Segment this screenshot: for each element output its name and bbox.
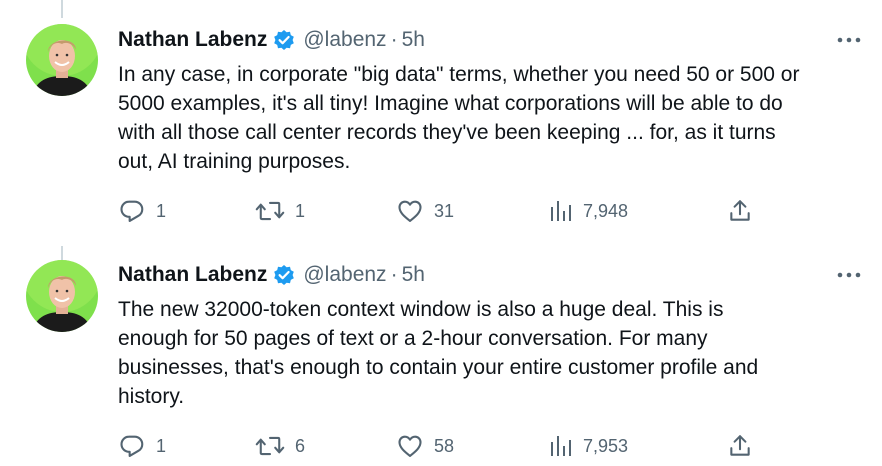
views-button[interactable]: 7,948 (549, 196, 628, 226)
avatar[interactable] (26, 24, 98, 96)
like-button[interactable]: 58 (396, 431, 454, 461)
verified-badge-icon (273, 29, 295, 51)
reply-count: 1 (156, 200, 167, 221)
author-handle[interactable]: @labenz (303, 263, 386, 287)
like-count: 58 (434, 435, 455, 456)
views-count: 7,953 (583, 435, 629, 456)
like-icon (398, 435, 422, 457)
more-icon[interactable] (836, 265, 862, 285)
separator-dot: · (390, 28, 398, 51)
share-icon (730, 435, 750, 456)
retweet-button[interactable]: 6 (255, 431, 305, 461)
tweet[interactable]: Nathan Labenz @labenz · 5h In any case, … (0, 0, 882, 246)
tweet-header: Nathan Labenz @labenz · 5h (118, 262, 425, 288)
retweet-count: 1 (295, 200, 306, 221)
timestamp[interactable]: 5h (402, 263, 425, 287)
retweet-icon (255, 436, 285, 456)
retweet-icon (255, 201, 285, 221)
like-button[interactable]: 31 (396, 196, 454, 226)
reply-icon (120, 200, 144, 222)
reply-icon (120, 435, 144, 457)
views-icon (551, 436, 571, 456)
timestamp[interactable]: 5h (402, 28, 425, 52)
tweet-header: Nathan Labenz @labenz · 5h (118, 27, 425, 53)
avatar[interactable] (26, 260, 98, 332)
share-button[interactable] (727, 431, 753, 461)
like-count: 31 (434, 200, 455, 221)
reply-button[interactable]: 1 (118, 196, 166, 226)
tweet-text: In any case, in corporate "big data" ter… (118, 63, 800, 173)
separator-dot: · (390, 263, 398, 286)
author-name[interactable]: Nathan Labenz (118, 28, 267, 52)
views-icon (551, 201, 571, 221)
retweet-button[interactable]: 1 (255, 196, 305, 226)
share-button[interactable] (727, 196, 753, 226)
verified-badge-icon (273, 264, 295, 286)
tweet-text: The new 32000-token context window is al… (118, 298, 759, 408)
author-name[interactable]: Nathan Labenz (118, 263, 267, 287)
views-count: 7,948 (583, 200, 629, 221)
author-handle[interactable]: @labenz (303, 28, 386, 52)
like-icon (398, 200, 422, 222)
reply-count: 1 (156, 435, 167, 456)
share-icon (730, 200, 750, 221)
more-icon[interactable] (836, 30, 862, 50)
reply-button[interactable]: 1 (118, 431, 166, 461)
retweet-count: 6 (295, 435, 306, 456)
tweet[interactable]: Nathan Labenz @labenz · 5h The new 32000… (0, 240, 882, 466)
views-button[interactable]: 7,953 (549, 431, 628, 461)
